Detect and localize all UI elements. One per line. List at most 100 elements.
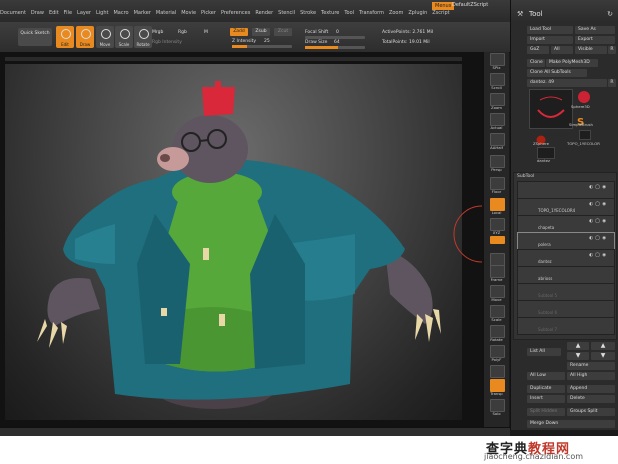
eye-icon[interactable]: ◐◯◉ bbox=[589, 253, 608, 258]
all-button[interactable]: All bbox=[551, 46, 573, 54]
rgb-intensity-slider[interactable]: Rgb Intensity bbox=[152, 40, 182, 45]
menu-preferences[interactable]: Preferences bbox=[221, 10, 250, 20]
menu-document[interactable]: Document bbox=[0, 10, 26, 20]
subtool-slot-7[interactable]: Subtool 7 bbox=[517, 317, 615, 335]
focal-shift-slider[interactable] bbox=[305, 36, 365, 39]
edit-button[interactable]: Edit bbox=[56, 26, 74, 48]
palette-refresh-icon[interactable]: ↻ bbox=[607, 10, 613, 18]
shelf-actual[interactable]: Actual bbox=[487, 112, 506, 130]
menu-zoom[interactable]: Zoom bbox=[389, 10, 403, 20]
m-button[interactable]: M bbox=[204, 30, 208, 35]
active-tool-thumbnail[interactable] bbox=[529, 89, 573, 129]
r-label[interactable]: R bbox=[608, 79, 616, 87]
z-intensity-slider[interactable] bbox=[232, 45, 292, 48]
quick-sketch-button[interactable]: Quick Sketch bbox=[18, 28, 52, 46]
visible-button[interactable]: Visible bbox=[575, 46, 607, 54]
move-top-arrow-icon[interactable]: ▲ bbox=[591, 342, 615, 350]
shelf-zoom[interactable]: Zoom bbox=[487, 92, 506, 110]
subtool-row-1[interactable]: ◐◯◉ bbox=[517, 181, 615, 199]
duplicate-button[interactable]: Duplicate bbox=[527, 385, 565, 393]
move-up-arrow-icon[interactable]: ▲ bbox=[567, 342, 589, 350]
menu-stroke[interactable]: Stroke bbox=[300, 10, 316, 20]
canvas[interactable] bbox=[5, 64, 462, 420]
shelf-local[interactable]: Local bbox=[487, 197, 506, 215]
document-viewport[interactable] bbox=[0, 52, 483, 427]
insert-button[interactable]: Insert bbox=[527, 395, 565, 403]
menu-transform[interactable]: Transform bbox=[359, 10, 384, 20]
menu-macro[interactable]: Macro bbox=[113, 10, 128, 20]
simplebrush-thumbnail[interactable]: S bbox=[577, 110, 591, 128]
import-button[interactable]: Import bbox=[527, 36, 573, 44]
draw-button[interactable]: Draw bbox=[76, 26, 94, 48]
sphere3d-thumbnail[interactable] bbox=[575, 89, 593, 103]
menu-light[interactable]: Light bbox=[96, 10, 108, 20]
shelf-spix[interactable]: SPix bbox=[487, 52, 506, 70]
zadd-button[interactable]: Zadd bbox=[230, 28, 248, 36]
shelf-polyf[interactable]: PolyF bbox=[487, 344, 506, 362]
menu-zplugin[interactable]: Zplugin bbox=[408, 10, 427, 20]
zsub-button[interactable]: Zsub bbox=[252, 28, 270, 36]
delete-button[interactable]: Delete bbox=[567, 395, 615, 403]
rotate-button[interactable]: Rotate bbox=[134, 26, 152, 48]
menu-layer[interactable]: Layer bbox=[77, 10, 91, 20]
menu-edit[interactable]: Edit bbox=[49, 10, 59, 20]
menu-material[interactable]: Material bbox=[156, 10, 176, 20]
shelf-frame[interactable]: Frame bbox=[487, 264, 506, 282]
eye-icon[interactable]: ◐◯◉ bbox=[589, 236, 608, 241]
move-down-arrow-icon[interactable]: ▼ bbox=[567, 352, 589, 360]
clone-button[interactable]: Clone bbox=[527, 59, 545, 67]
shelf-aahalf[interactable]: AAHalf bbox=[487, 132, 506, 150]
shelf-xyz-toggle[interactable] bbox=[487, 235, 506, 244]
move-bottom-arrow-icon[interactable]: ▼ bbox=[591, 352, 615, 360]
split-hidden-button[interactable]: Split Hidden bbox=[527, 408, 565, 416]
menu-marker[interactable]: Marker bbox=[134, 10, 151, 20]
draw-size-slider[interactable] bbox=[305, 46, 365, 49]
shelf-xyz[interactable]: XYZ bbox=[487, 217, 506, 235]
subtool-slot-6[interactable]: Subtool 6 bbox=[517, 300, 615, 318]
rename-button[interactable]: Rename bbox=[567, 362, 615, 370]
shelf-floor[interactable]: Floor bbox=[487, 176, 506, 194]
menu-draw[interactable]: Draw bbox=[31, 10, 44, 20]
menu-movie[interactable]: Movie bbox=[181, 10, 196, 20]
all-high-button[interactable]: All High bbox=[567, 372, 615, 380]
shelf-move[interactable]: Move bbox=[487, 284, 506, 302]
topo-thumbnail[interactable] bbox=[579, 130, 591, 140]
shelf-transp[interactable]: Transp bbox=[487, 378, 506, 396]
eye-icon[interactable]: ◐◯◉ bbox=[589, 202, 608, 207]
merge-down-button[interactable]: Merge Down bbox=[527, 420, 615, 428]
eye-icon[interactable]: ◐◯◉ bbox=[589, 219, 608, 224]
r-button[interactable]: R bbox=[608, 46, 616, 54]
eye-icon[interactable]: ◐◯◉ bbox=[589, 185, 608, 190]
list-all-button[interactable]: List All bbox=[527, 348, 561, 356]
subtool-row-2[interactable]: TOPO_1YECOLOR4 ◐◯◉ bbox=[517, 198, 615, 216]
goz-button[interactable]: GoZ bbox=[527, 46, 549, 54]
shelf-scale[interactable]: Scale bbox=[487, 304, 506, 322]
zcut-button[interactable]: Zcut bbox=[274, 28, 292, 36]
subtool-row-3[interactable]: chapeta ◐◯◉ bbox=[517, 215, 615, 233]
load-tool-button[interactable]: Load Tool bbox=[527, 26, 573, 34]
menu-render[interactable]: Render bbox=[255, 10, 273, 20]
menu-zscript[interactable]: Zscript bbox=[432, 10, 449, 20]
shelf-rotate[interactable]: Rotate bbox=[487, 324, 506, 342]
scale-button[interactable]: Scale bbox=[115, 26, 133, 48]
shelf-solo[interactable]: Solo bbox=[487, 398, 506, 416]
mrgb-button[interactable]: Mrgb bbox=[152, 30, 163, 35]
export-button[interactable]: Export bbox=[575, 36, 615, 44]
menu-stencil[interactable]: Stencil bbox=[278, 10, 295, 20]
rgb-button[interactable]: Rgb bbox=[178, 30, 187, 35]
default-script-label[interactable]: DefaultZScript bbox=[452, 2, 488, 8]
groups-split-button[interactable]: Groups Split bbox=[567, 408, 615, 416]
subtool-row-4[interactable]: polera ◐◯◉ bbox=[517, 232, 615, 250]
subtool-row-5[interactable]: dantez ◐◯◉ bbox=[517, 249, 615, 267]
menus-toggle-button[interactable]: Menus bbox=[432, 2, 455, 10]
save-as-button[interactable]: Save As bbox=[575, 26, 615, 34]
shelf-scroll[interactable]: Scroll bbox=[487, 72, 506, 90]
shelf-persp[interactable]: Persp bbox=[487, 154, 506, 172]
zsphere-thumbnail[interactable] bbox=[535, 130, 547, 145]
menu-tool[interactable]: Tool bbox=[344, 10, 354, 20]
menu-picker[interactable]: Picker bbox=[201, 10, 216, 20]
clone-all-subtools-button[interactable]: Clone All SubTools bbox=[527, 69, 587, 77]
menu-file[interactable]: File bbox=[64, 10, 72, 20]
all-low-button[interactable]: All Low bbox=[527, 372, 565, 380]
subtool-row-6[interactable]: abrioss bbox=[517, 266, 615, 284]
